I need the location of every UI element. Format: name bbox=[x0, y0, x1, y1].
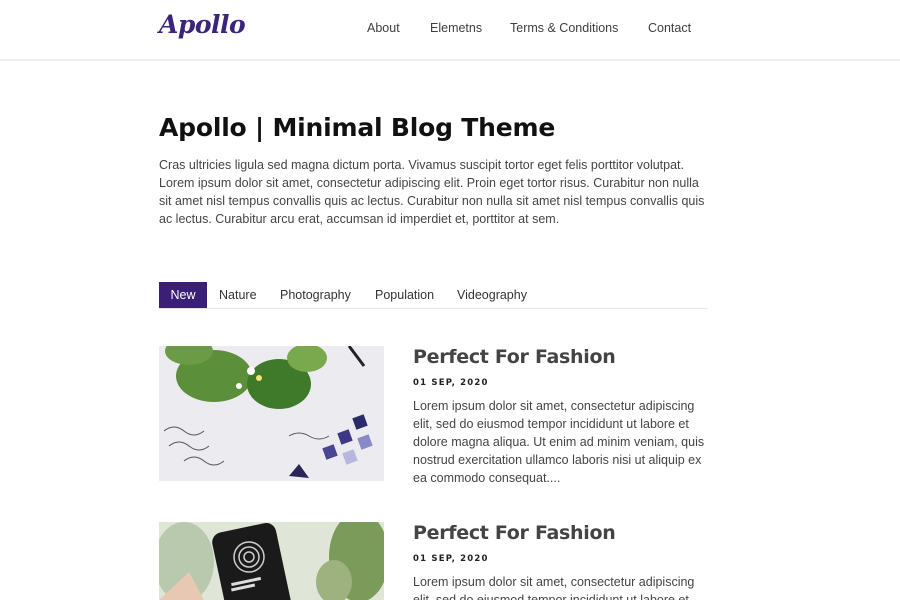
post-excerpt: Lorem ipsum dolor sit amet, consectetur … bbox=[413, 399, 705, 485]
nav-contact[interactable]: Contact bbox=[648, 21, 691, 35]
tab-new[interactable]: New bbox=[159, 282, 207, 308]
post-title[interactable]: Perfect For Fashion bbox=[413, 522, 616, 544]
page-title: Apollo | Minimal Blog Theme bbox=[159, 113, 556, 142]
post-thumbnail[interactable] bbox=[159, 522, 384, 600]
tab-photography[interactable]: Photography bbox=[280, 282, 351, 308]
tab-population[interactable]: Population bbox=[375, 282, 434, 308]
nav-terms[interactable]: Terms & Conditions bbox=[510, 21, 618, 35]
category-tabs: New Nature Photography Population Videog… bbox=[159, 282, 708, 309]
post-date: 01 SEP, 2020 bbox=[413, 378, 489, 388]
nav-elements[interactable]: Elemetns bbox=[430, 21, 482, 35]
post-thumbnail[interactable] bbox=[159, 346, 384, 481]
post-title[interactable]: Perfect For Fashion bbox=[413, 346, 616, 368]
site-header: Apollo About Elemetns Terms & Conditions… bbox=[0, 0, 900, 61]
nav-about[interactable]: About bbox=[367, 21, 400, 35]
post-card: Perfect For Fashion 01 SEP, 2020 Lorem i… bbox=[159, 346, 709, 486]
post-card: Perfect For Fashion 01 SEP, 2020 Lorem i… bbox=[159, 522, 709, 600]
post-excerpt: Lorem ipsum dolor sit amet, consectetur … bbox=[413, 575, 695, 600]
main-nav: About Elemetns Terms & Conditions Contac… bbox=[0, 21, 900, 39]
intro-text: Cras ultricies ligula sed magna dictum p… bbox=[159, 158, 705, 226]
tab-nature[interactable]: Nature bbox=[219, 282, 257, 308]
post-date: 01 SEP, 2020 bbox=[413, 554, 489, 564]
tab-videography[interactable]: Videography bbox=[457, 282, 527, 308]
